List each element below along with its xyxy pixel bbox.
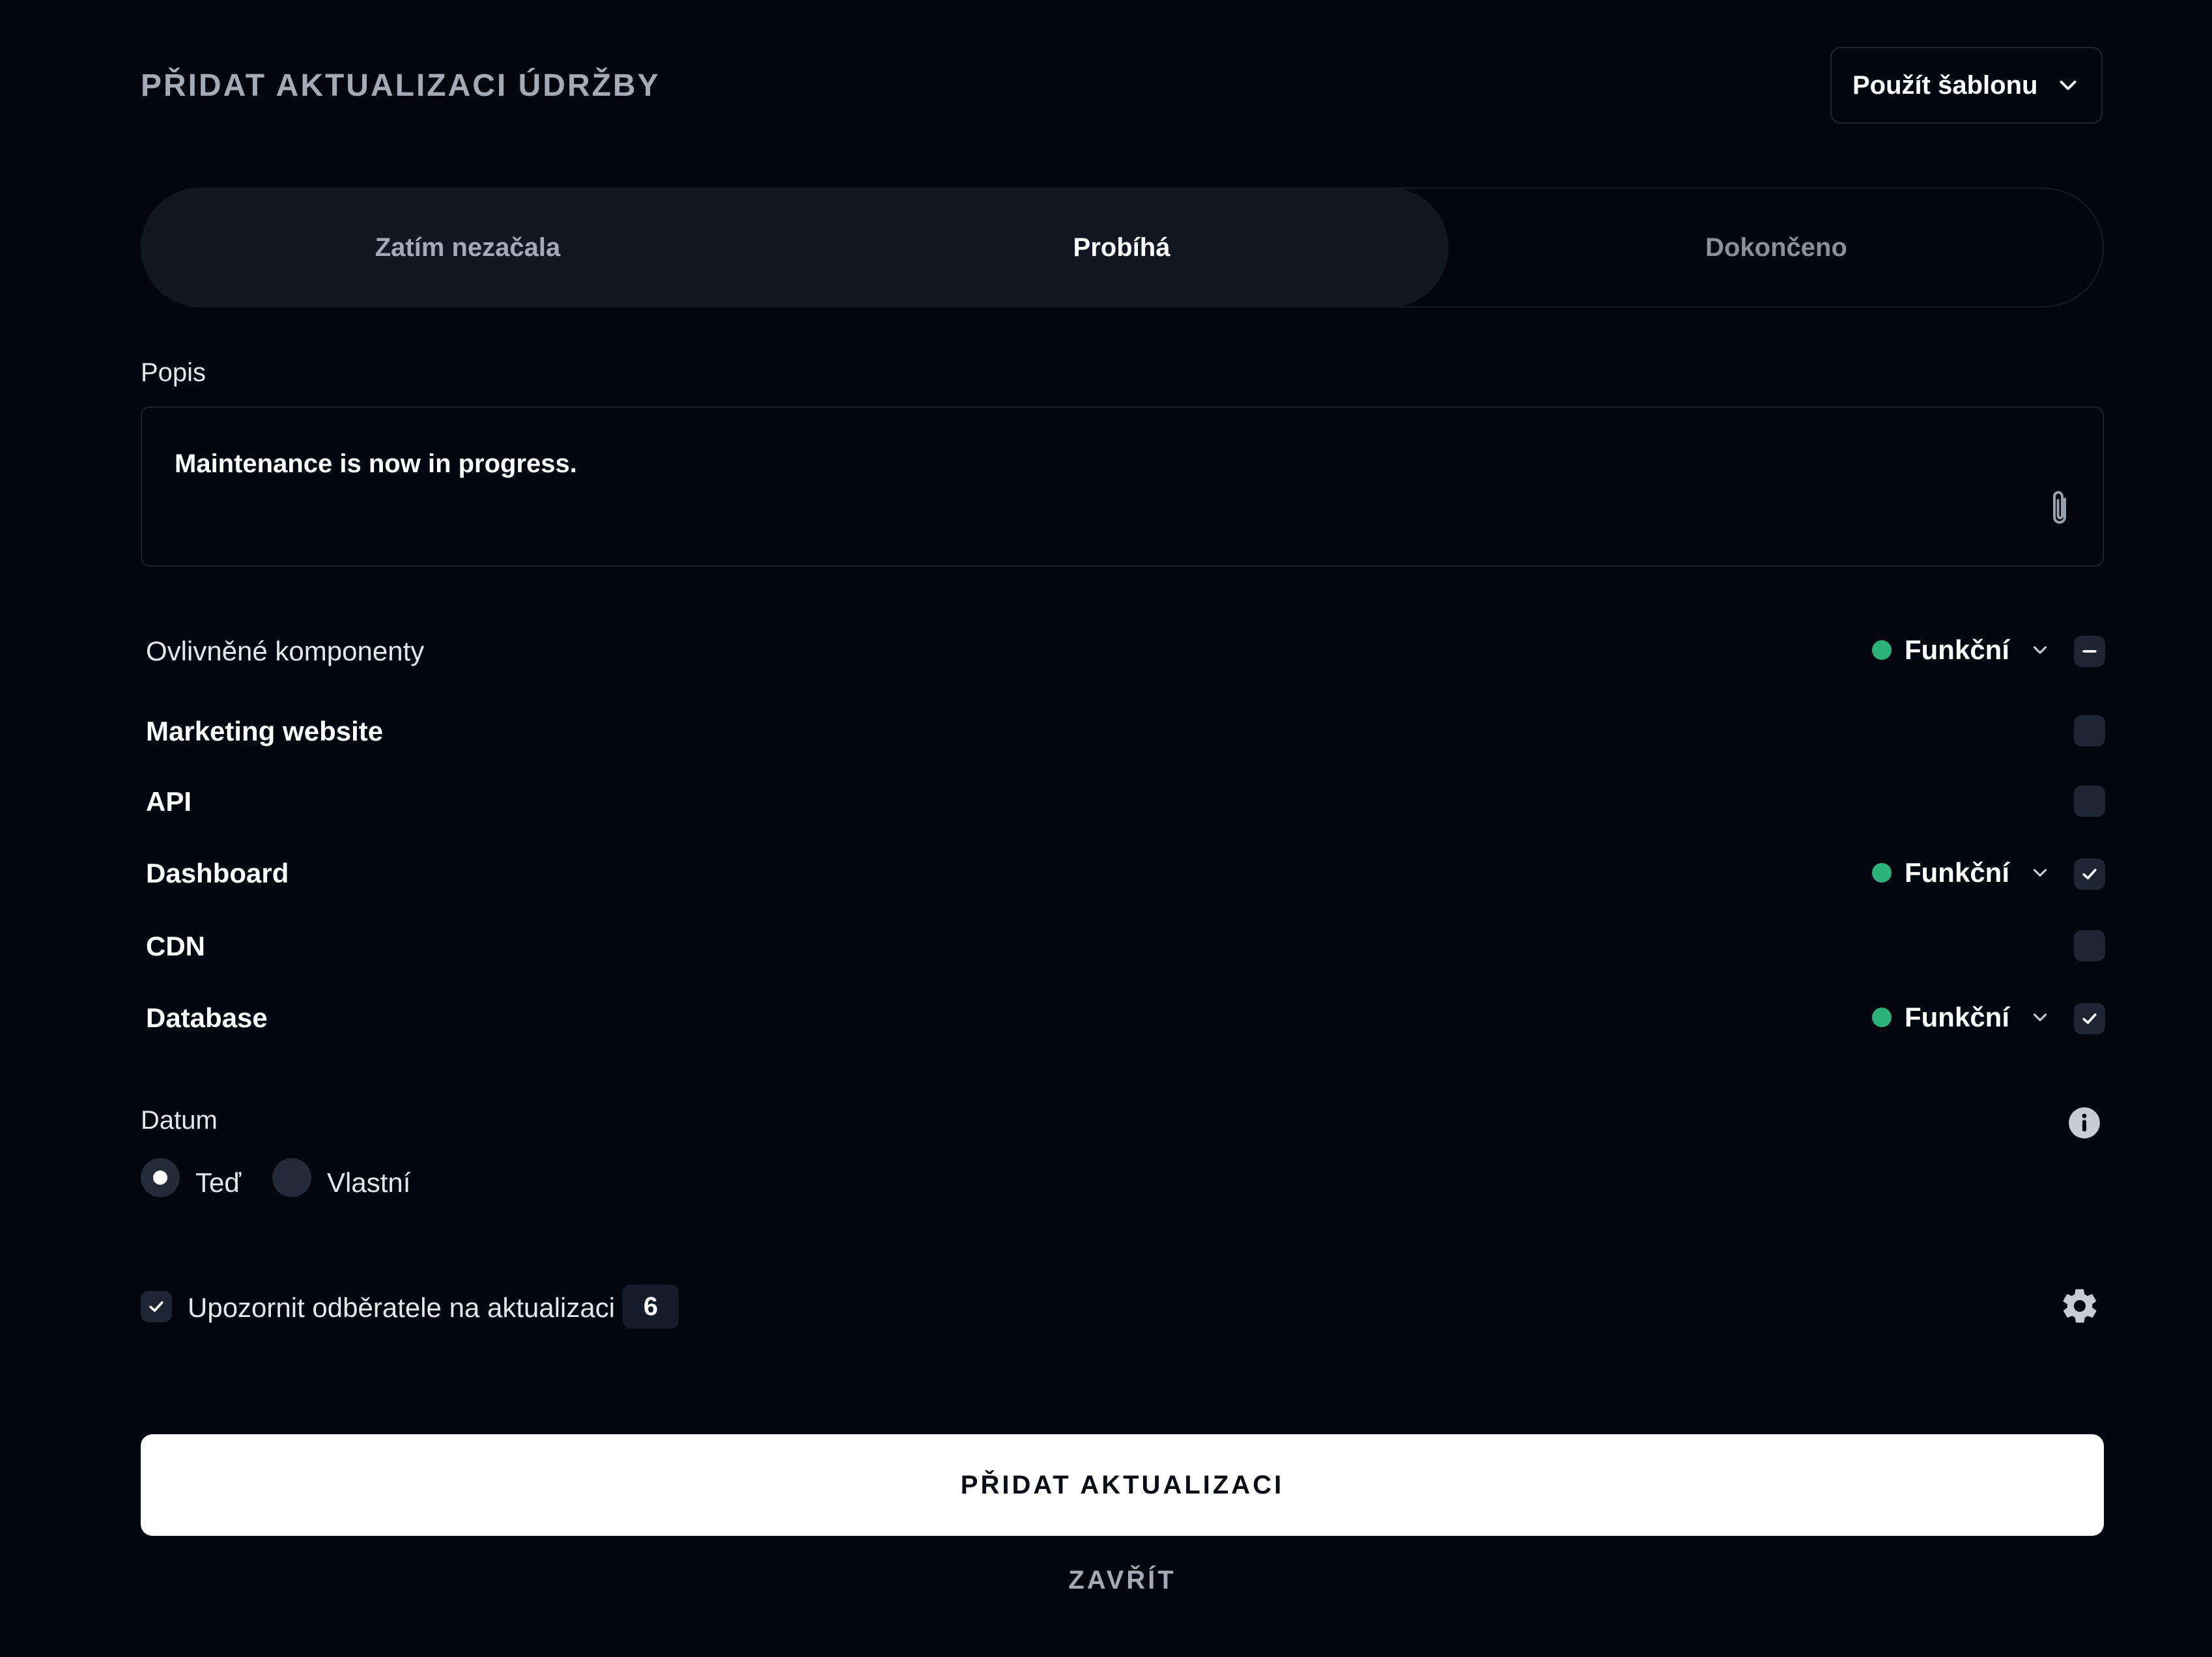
- radio-now[interactable]: [141, 1158, 180, 1197]
- minus-icon: [2082, 650, 2097, 653]
- modal-title: PŘIDAT AKTUALIZACI ÚDRŽBY: [141, 68, 660, 103]
- chevron-down-icon: [2033, 869, 2047, 877]
- tab-completed[interactable]: Dokončeno: [1449, 188, 2104, 307]
- component-name: Marketing website: [146, 716, 384, 746]
- component-checkbox-cdn[interactable]: [2074, 930, 2105, 961]
- info-icon[interactable]: [2067, 1106, 2101, 1140]
- use-template-label: Použít šablonu: [1852, 70, 2038, 100]
- gear-icon[interactable]: [2060, 1286, 2100, 1326]
- notify-subscribers-checkbox[interactable]: [141, 1291, 172, 1322]
- bulk-status-label: Funkční: [1905, 634, 2010, 665]
- description-textarea[interactable]: Maintenance is now in progress.: [141, 406, 2104, 567]
- notify-subscribers-label: Upozornit odběratele na aktualizaci: [188, 1292, 616, 1323]
- chevron-down-icon: [2033, 646, 2047, 654]
- check-icon: [2082, 868, 2097, 880]
- check-icon: [2082, 1013, 2097, 1025]
- component-name: API: [146, 786, 192, 817]
- component-status-dropdown-dashboard[interactable]: Funkční: [1872, 857, 2051, 888]
- status-dot: [1872, 640, 1892, 660]
- status-dot: [1872, 1008, 1892, 1027]
- component-checkbox-marketing-website[interactable]: [2074, 715, 2105, 746]
- chevron-down-icon: [2060, 80, 2077, 91]
- component-name: CDN: [146, 931, 205, 961]
- tab-not-started[interactable]: Zatím nezačala: [141, 188, 795, 307]
- add-update-button[interactable]: PŘIDAT AKTUALIZACI: [141, 1434, 2104, 1536]
- component-checkbox-database[interactable]: [2074, 1003, 2105, 1034]
- component-status-label: Funkční: [1905, 857, 2010, 888]
- radio-now-label: Teď: [195, 1167, 242, 1198]
- affected-components-label: Ovlivněné komponenty: [146, 636, 425, 666]
- select-all-checkbox[interactable]: [2074, 636, 2105, 667]
- check-icon: [149, 1301, 163, 1312]
- description-label: Popis: [141, 358, 206, 387]
- paperclip-icon[interactable]: [2044, 489, 2075, 530]
- close-button[interactable]: ZAVŘÍT: [141, 1561, 2104, 1600]
- date-label: Datum: [141, 1106, 218, 1135]
- subscriber-count-badge: 6: [623, 1284, 679, 1329]
- radio-custom-label: Vlastní: [327, 1167, 411, 1198]
- component-name: Database: [146, 1002, 268, 1033]
- tab-in-progress[interactable]: Probíhá: [795, 188, 1449, 307]
- component-name: Dashboard: [146, 858, 289, 888]
- radio-selected-dot: [153, 1170, 167, 1185]
- component-checkbox-api[interactable]: [2074, 786, 2105, 817]
- component-status-dropdown-database[interactable]: Funkční: [1872, 1002, 2051, 1033]
- chevron-down-icon: [2033, 1013, 2047, 1021]
- component-checkbox-dashboard[interactable]: [2074, 858, 2105, 890]
- component-status-label: Funkční: [1905, 1002, 2010, 1032]
- status-dot: [1872, 863, 1892, 883]
- bulk-status-dropdown[interactable]: Funkční: [1872, 634, 2051, 666]
- use-template-dropdown[interactable]: Použít šablonu: [1830, 47, 2103, 124]
- radio-custom[interactable]: [272, 1158, 311, 1197]
